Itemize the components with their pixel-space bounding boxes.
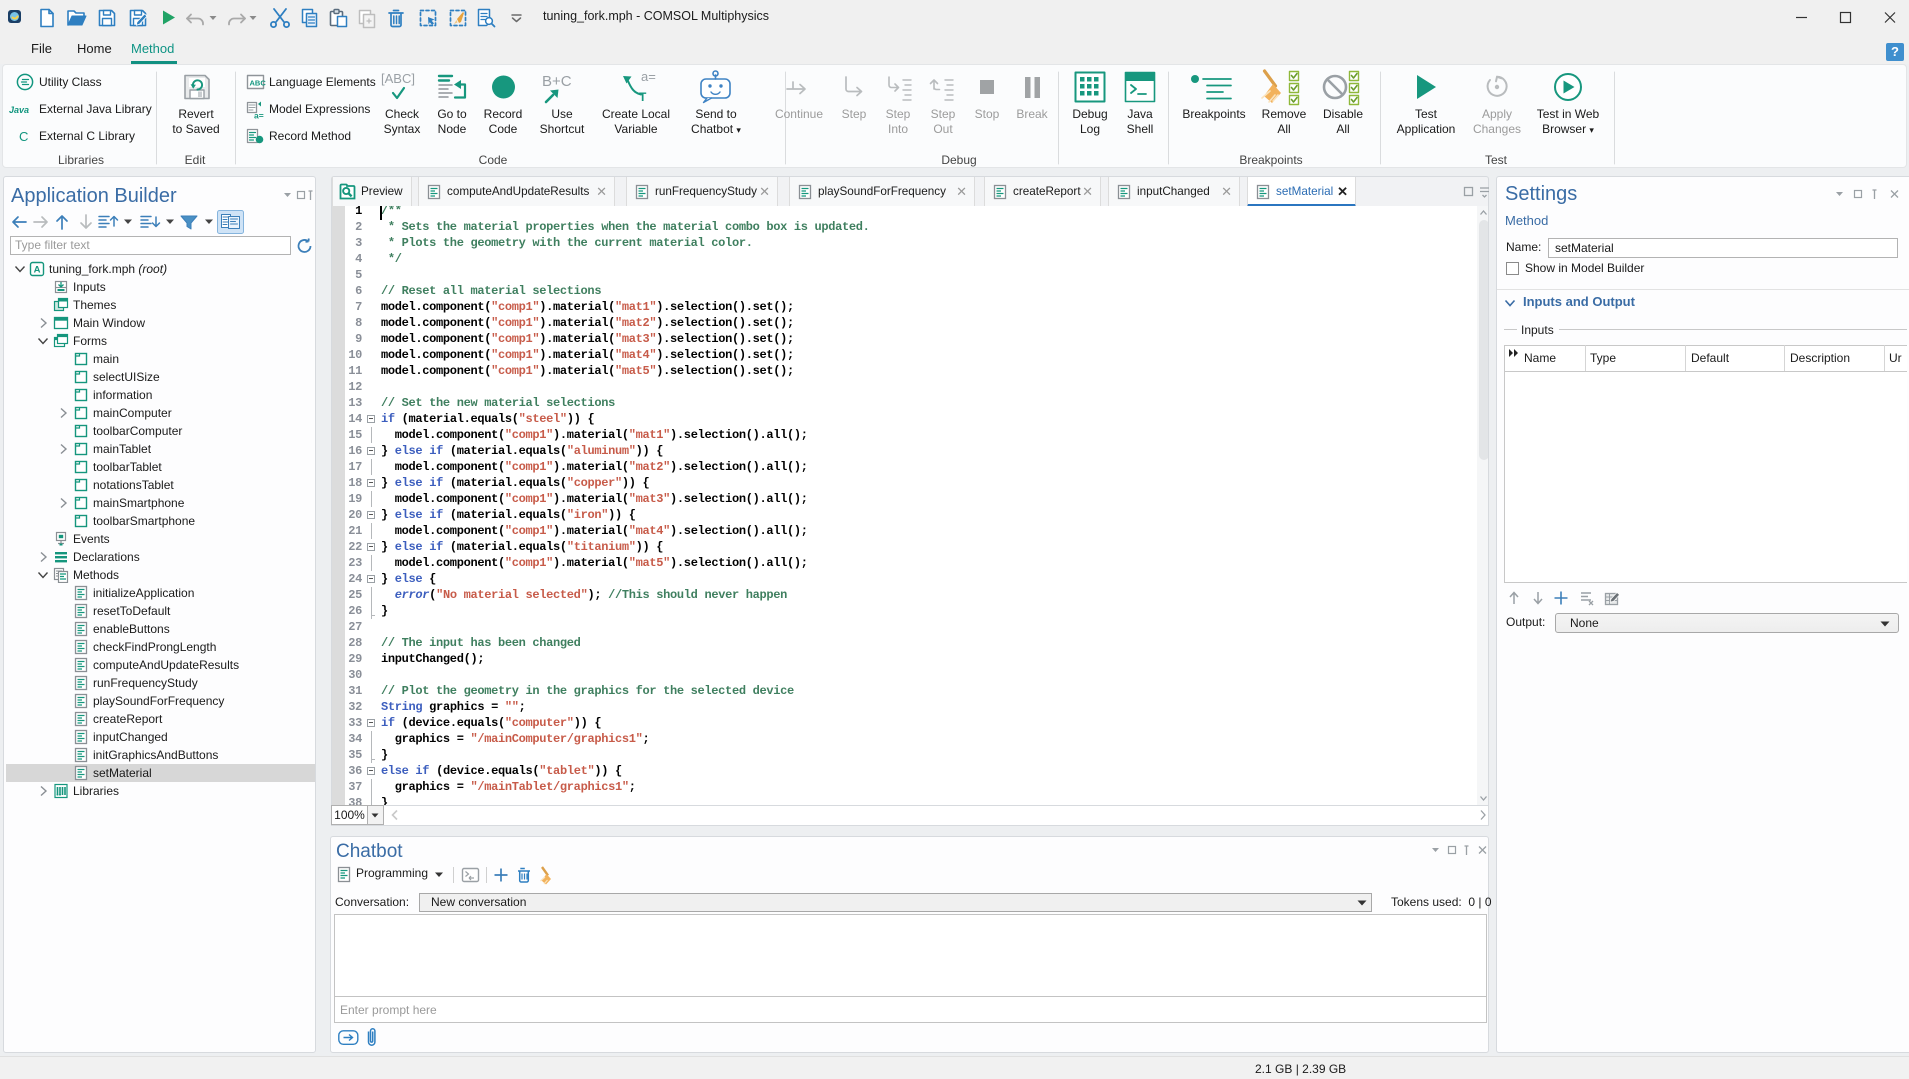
svg-text:B+C: B+C xyxy=(542,73,572,90)
svg-text:ABC: ABC xyxy=(250,79,267,88)
svg-text:T: T xyxy=(639,90,647,104)
svg-text:a=: a= xyxy=(641,69,656,84)
svg-text:[ABC]: [ABC] xyxy=(381,71,415,86)
svg-text:a=: a= xyxy=(254,111,264,121)
svg-text:A: A xyxy=(34,265,41,276)
svg-text:C: C xyxy=(19,129,28,144)
svg-text:Java: Java xyxy=(9,105,29,115)
